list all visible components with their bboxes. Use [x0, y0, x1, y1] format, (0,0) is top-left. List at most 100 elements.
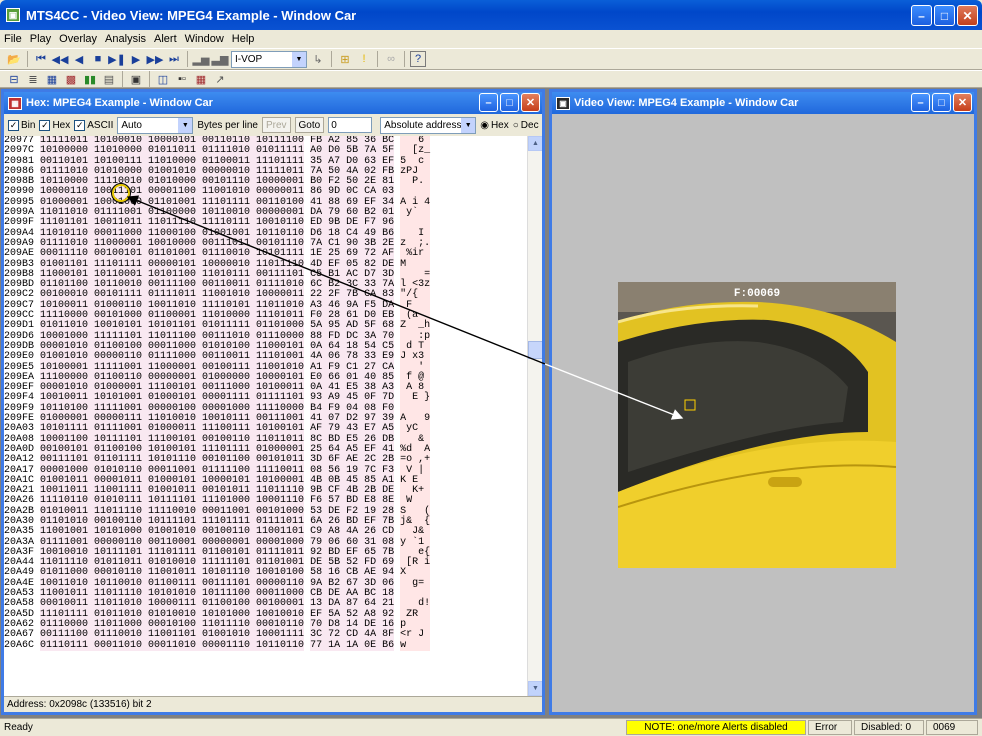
- video-maximize-button[interactable]: □: [932, 93, 951, 112]
- macroblock-view-icon[interactable]: ▦: [193, 71, 209, 87]
- hex-row[interactable]: 20A12 00111101 01101111 10101110 00101100…: [4, 454, 504, 466]
- error-pane: Error: [808, 720, 852, 735]
- menu-overlay[interactable]: Overlay: [59, 33, 97, 45]
- hex-row-ascii: V |: [400, 464, 431, 476]
- scroll-up-icon[interactable]: ▲: [528, 136, 542, 151]
- hex-close-button[interactable]: ✕: [521, 93, 540, 112]
- hex-vertical-scrollbar[interactable]: ▲ ▼: [527, 136, 542, 696]
- hex-content[interactable]: 20977 11111011 10100010 10000101 00110110…: [4, 136, 542, 696]
- menu-alert[interactable]: Alert: [154, 33, 177, 45]
- picture-view-icon[interactable]: ▣: [128, 71, 144, 87]
- play-pause-icon[interactable]: ▶❚: [108, 51, 126, 67]
- hex-row-ascii: J x3: [400, 351, 431, 363]
- radio-hex-label: Hex: [490, 119, 509, 131]
- bitrate-chart-icon[interactable]: ▂▅: [193, 51, 210, 67]
- bar-chart-icon[interactable]: ▮▮: [82, 71, 98, 87]
- hex-view-icon[interactable]: ⊟: [6, 71, 22, 87]
- address-status: Address: 0x2098c (133516) bit 2: [4, 696, 542, 712]
- window-title: MTS4CC - Video View: MPEG4 Example - Win…: [26, 7, 357, 23]
- fast-forward-icon[interactable]: ▶▶: [147, 51, 164, 67]
- minimize-button[interactable]: –: [911, 5, 932, 26]
- address-mode-combo[interactable]: Absolute address ▼: [380, 116, 477, 134]
- hex-row-binary: 00110101 10100111 11010000 01100011 1110…: [40, 155, 305, 167]
- split-view-icon[interactable]: ▤: [101, 71, 117, 87]
- hex-row-ascii: Z _h: [400, 320, 431, 332]
- menu-file[interactable]: File: [4, 33, 22, 45]
- video-window-title-bar[interactable]: ▣ Video View: MPEG4 Example - Window Car…: [552, 92, 974, 114]
- video-frame[interactable]: F:00069: [618, 282, 896, 568]
- video-close-button[interactable]: ✕: [953, 93, 972, 112]
- hex-row[interactable]: 20A6C 01110111 00011010 00011010 00001110…: [4, 639, 504, 651]
- video-window[interactable]: ▣ Video View: MPEG4 Example - Window Car…: [549, 89, 977, 715]
- popout-icon[interactable]: ↗: [212, 71, 228, 87]
- close-button[interactable]: ✕: [957, 5, 978, 26]
- stop-icon[interactable]: ■: [90, 51, 106, 67]
- hex-row-hex: 58 16 CB AE 94: [310, 567, 395, 579]
- chevron-down-icon[interactable]: ▼: [461, 117, 476, 133]
- hex-label: Hex: [52, 119, 71, 131]
- hex-row-ascii: %ir: [400, 248, 431, 260]
- playback-toolbar: 📂 ⏮ ◀◀ ◀ ■ ▶❚ ▶ ▶▶ ⏭ ▂▅ ▃▆ I-VOP ▼ ↳ ⊞ !…: [0, 48, 982, 70]
- hex-window-title-bar[interactable]: ▦ Hex: MPEG4 Example - Window Car – □ ✕: [4, 92, 542, 114]
- window-view-icon[interactable]: ◫: [155, 71, 171, 87]
- hex-window-title: Hex: MPEG4 Example - Window Car: [26, 97, 213, 109]
- link-icon[interactable]: ∞: [383, 51, 399, 67]
- hex-minimize-button[interactable]: –: [479, 93, 498, 112]
- hex-row-ascii: yC: [400, 423, 431, 435]
- chevron-down-icon[interactable]: ▼: [178, 117, 193, 133]
- step-back-icon[interactable]: ◀◀: [52, 51, 69, 67]
- hex-row-ascii: X: [400, 567, 431, 579]
- bin-checkbox[interactable]: ✓ Bin: [8, 119, 35, 131]
- main-title-bar[interactable]: ▣ MTS4CC - Video View: MPEG4 Example - W…: [0, 0, 982, 30]
- alert-note[interactable]: NOTE: one/more Alerts disabled: [626, 720, 806, 735]
- hex-row[interactable]: 20A67 00111100 01110010 11001101 01001010…: [4, 629, 504, 641]
- hex-checkbox[interactable]: ✓ Hex: [39, 119, 71, 131]
- hex-row-binary: 00001000 01010110 00011001 01111100 1111…: [40, 464, 305, 476]
- hex-row[interactable]: 209E0 01001010 00000110 01111000 00110011…: [4, 351, 504, 363]
- scroll-down-icon[interactable]: ▼: [528, 681, 542, 696]
- jump-icon[interactable]: ↳: [310, 51, 326, 67]
- chevron-down-icon[interactable]: ▼: [292, 51, 306, 67]
- table-view-icon[interactable]: ▦: [44, 71, 60, 87]
- ascii-checkbox[interactable]: ✓ ASCII: [74, 119, 113, 131]
- open-folder-icon[interactable]: 📂: [6, 51, 22, 67]
- frame-chart-icon[interactable]: ▃▆: [212, 51, 229, 67]
- goto-input[interactable]: 0: [328, 117, 373, 133]
- frame-number-label: F:00069: [733, 288, 781, 300]
- hex-row-hex: 88 FD DC 3A 70: [310, 330, 395, 342]
- toolbar-separator: [149, 71, 150, 87]
- hex-row-binary: 00111101 01101111 10101110 00101100 0010…: [40, 454, 305, 466]
- hex-window[interactable]: ▦ Hex: MPEG4 Example - Window Car – □ ✕ …: [1, 89, 545, 715]
- grid-view-icon[interactable]: ▩: [63, 71, 79, 87]
- hex-row-ascii: [z_: [400, 145, 431, 157]
- menu-analysis[interactable]: Analysis: [105, 33, 146, 45]
- bytes-per-line-combo[interactable]: Auto ▼: [117, 116, 194, 134]
- forward-end-icon[interactable]: ⏭: [166, 51, 182, 67]
- hex-row-hex: 93 A9 45 0F 7D: [310, 392, 395, 404]
- hex-row-binary: 01001101 11101111 00000101 10000010 1101…: [40, 258, 305, 270]
- block-view-icon[interactable]: ▪▫: [174, 71, 190, 87]
- alert-icon[interactable]: !: [356, 51, 372, 67]
- help-icon[interactable]: ?: [410, 51, 426, 67]
- hex-row-address: 20A12: [4, 454, 40, 466]
- radio-dec[interactable]: ○ Dec: [513, 120, 539, 131]
- menu-play[interactable]: Play: [30, 33, 51, 45]
- menu-window[interactable]: Window: [185, 33, 224, 45]
- frame-type-combo[interactable]: I-VOP ▼: [231, 50, 307, 68]
- back-icon[interactable]: ◀: [71, 51, 87, 67]
- error-text: Error: [815, 722, 838, 733]
- overlay-icon[interactable]: ⊞: [337, 51, 353, 67]
- play-icon[interactable]: ▶: [128, 51, 144, 67]
- list-view-icon[interactable]: ≣: [25, 71, 41, 87]
- radio-hex[interactable]: ◉ Hex: [480, 120, 509, 131]
- hex-row-address: 20A67: [4, 629, 40, 641]
- hex-maximize-button[interactable]: □: [500, 93, 519, 112]
- goto-button[interactable]: Goto: [294, 117, 325, 133]
- video-minimize-button[interactable]: –: [911, 93, 930, 112]
- prev-button[interactable]: Prev: [261, 117, 291, 133]
- rewind-start-icon[interactable]: ⏮: [33, 51, 49, 67]
- menu-help[interactable]: Help: [232, 33, 255, 45]
- scroll-thumb[interactable]: [528, 341, 542, 359]
- bytes-per-line-label: Bytes per line: [197, 119, 258, 131]
- maximize-button[interactable]: □: [934, 5, 955, 26]
